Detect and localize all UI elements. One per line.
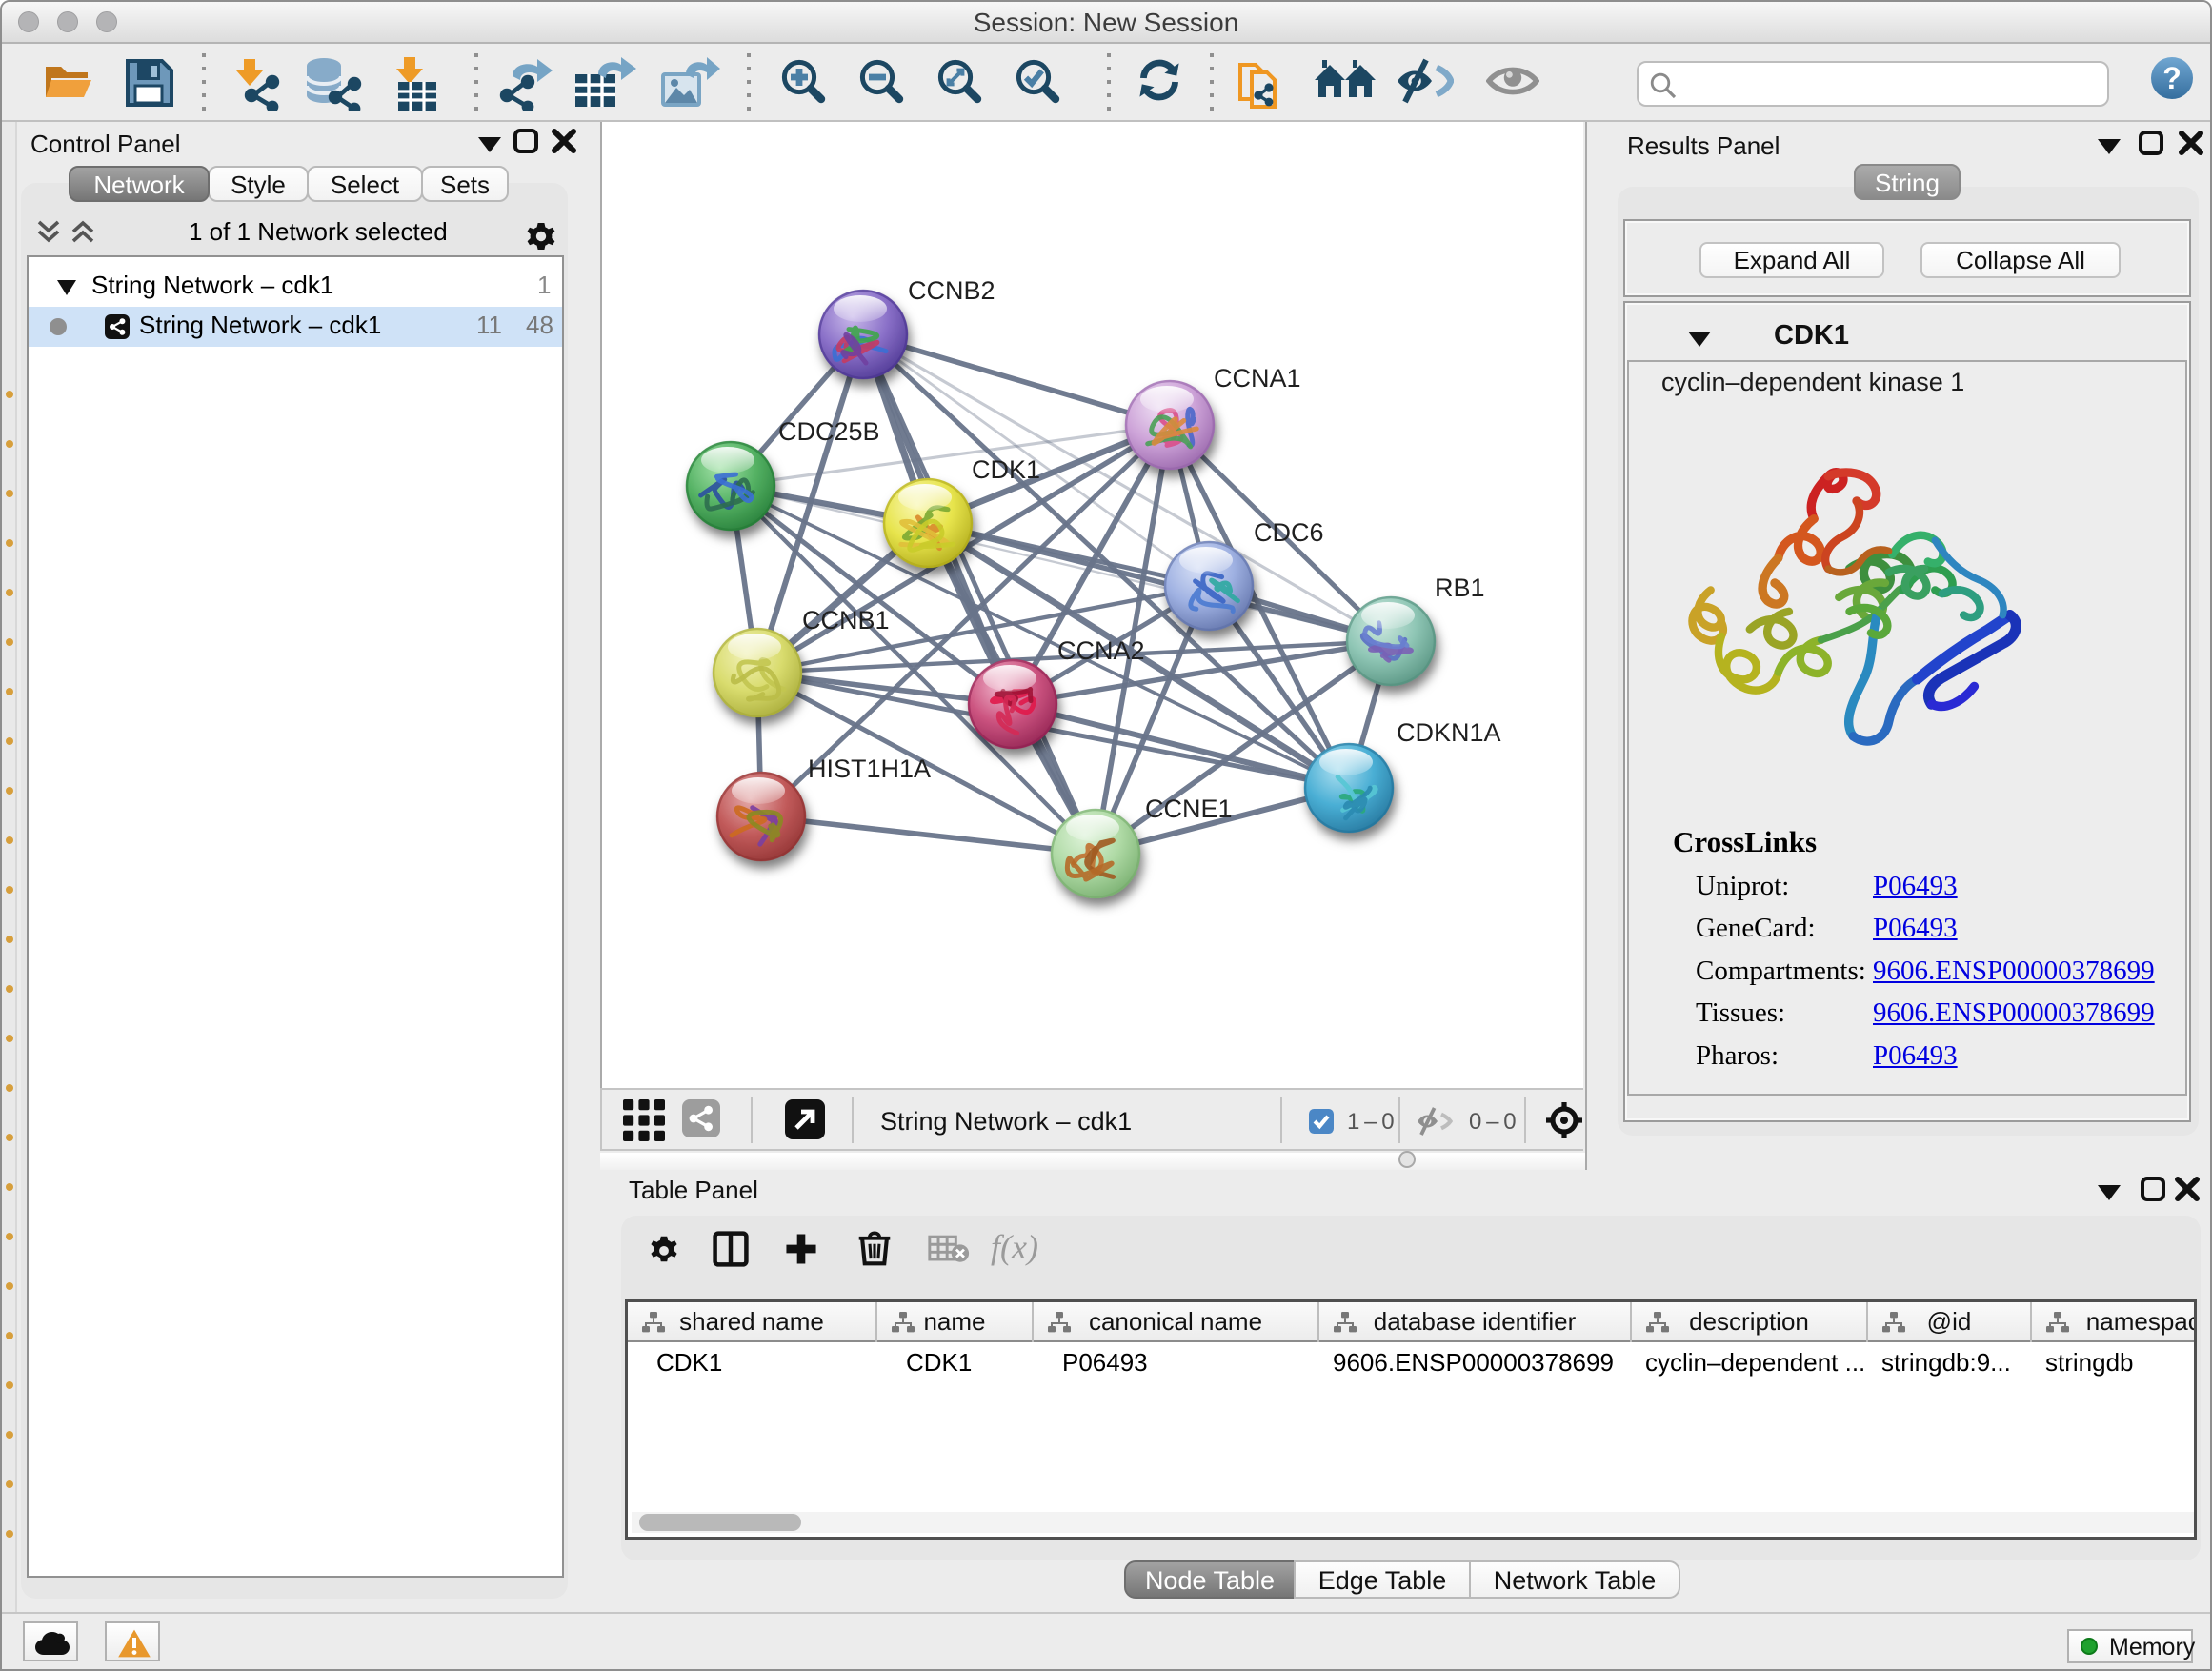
svg-text:CDK1: CDK1 (972, 455, 1040, 484)
svg-text:HIST1H1A: HIST1H1A (808, 755, 931, 783)
svg-text:CDKN1A: CDKN1A (1397, 718, 1501, 747)
svg-text:CCNB2: CCNB2 (908, 276, 995, 305)
svg-text:RB1: RB1 (1435, 574, 1485, 602)
svg-text:CDC6: CDC6 (1254, 518, 1324, 547)
svg-text:CDC25B: CDC25B (778, 417, 880, 446)
svg-text:CCNA2: CCNA2 (1057, 636, 1145, 665)
svg-text:CCNB1: CCNB1 (802, 606, 890, 634)
svg-text:?: ? (2162, 61, 2182, 95)
svg-text:CCNA1: CCNA1 (1214, 364, 1301, 393)
svg-text:CCNE1: CCNE1 (1145, 795, 1233, 823)
